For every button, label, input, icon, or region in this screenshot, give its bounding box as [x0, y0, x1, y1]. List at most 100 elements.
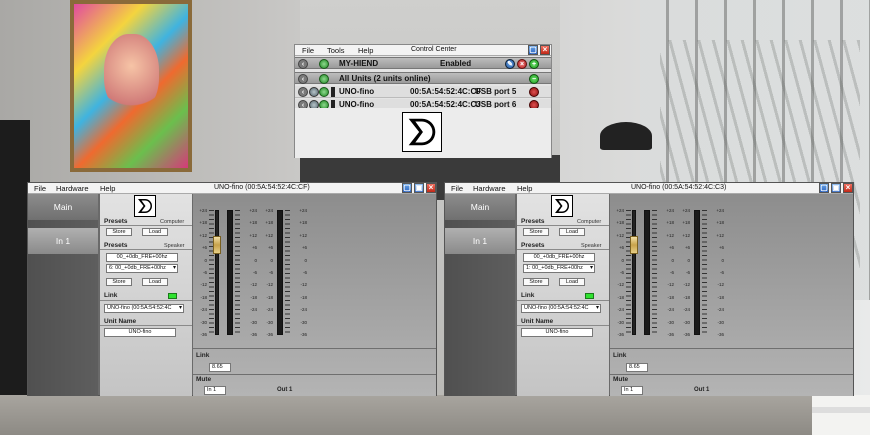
menu-help[interactable]: Help: [100, 184, 115, 193]
unit-name: UNO-fino: [339, 87, 375, 96]
scale-tick-label: -12: [617, 282, 624, 288]
scale-tick-label: +24: [716, 208, 724, 213]
power-icon[interactable]: [319, 74, 329, 84]
close-button[interactable]: ×: [843, 183, 853, 193]
scale-tick-label: +18: [682, 220, 690, 226]
menu-file[interactable]: File: [34, 184, 46, 193]
input-name-field[interactable]: In 1: [621, 386, 643, 395]
back-arrow-icon[interactable]: ‹: [298, 87, 308, 97]
pendant-lamp: [600, 122, 652, 150]
presets-label: Presets: [521, 218, 545, 225]
delete-icon[interactable]: ×: [517, 59, 527, 69]
scale-tick-label: +12: [299, 232, 307, 238]
fader-track[interactable]: [632, 210, 636, 335]
scale-tick-label: -12: [683, 282, 690, 288]
add-icon[interactable]: −: [529, 74, 539, 84]
menu-help[interactable]: Help: [517, 184, 532, 193]
scale-tick-label: -36: [200, 332, 207, 337]
input-fader[interactable]: [630, 236, 638, 254]
tab-in-1[interactable]: In 1: [28, 228, 98, 254]
scale-tick-label: +18: [666, 220, 674, 226]
scale-tick-label: -12: [667, 282, 674, 288]
restore-button[interactable]: ▣: [414, 183, 424, 193]
input-name-field[interactable]: In 1: [204, 386, 226, 395]
scale-ticks: [652, 210, 657, 334]
load-button[interactable]: Load: [142, 228, 168, 236]
maximize-button[interactable]: ▢: [819, 183, 829, 193]
group-row[interactable]: ‹ All Units (2 units online) −: [295, 72, 551, 84]
back-arrow-icon[interactable]: ‹: [298, 59, 308, 69]
speaker-preset-name-field[interactable]: 00_+0db_FRE+00hz: [106, 253, 178, 262]
scale-tick-label: -6: [669, 270, 674, 275]
store-button[interactable]: Store: [523, 278, 549, 286]
restore-button[interactable]: ▣: [831, 183, 841, 193]
tab-in-1[interactable]: In 1: [445, 228, 515, 254]
close-button[interactable]: ×: [426, 183, 436, 193]
link-select[interactable]: UNO-fino (00:5A:54:52:4C: [521, 304, 601, 313]
scale-tick-label: -6: [202, 270, 207, 275]
status-indicator-icon: [529, 87, 539, 97]
edit-icon[interactable]: ✎: [505, 59, 515, 69]
master-row[interactable]: ‹ MY-HIEND Enabled ✎ × +: [295, 57, 551, 69]
scale-tick-label: +6: [267, 245, 273, 251]
scale-tick-label: -6: [302, 270, 307, 275]
pop-art-painting: [70, 0, 192, 172]
menu-hardware[interactable]: Hardware: [473, 184, 506, 193]
fader-track[interactable]: [215, 210, 219, 335]
menu-hardware[interactable]: Hardware: [56, 184, 89, 193]
input-fader[interactable]: [213, 236, 221, 254]
unit-name-label: Unit Name: [104, 318, 137, 325]
scale-tick-label: -24: [683, 307, 690, 313]
menu-help[interactable]: Help: [358, 46, 373, 55]
store-button[interactable]: Store: [523, 228, 549, 236]
link-value-field[interactable]: 8.65: [209, 363, 231, 372]
power-icon[interactable]: [319, 87, 329, 97]
output-scale: +24 +18 +12 +6 0 -6 -12 -18 -24 -30 -36: [259, 208, 273, 337]
store-button[interactable]: Store: [106, 278, 132, 286]
presets-label: Presets: [521, 242, 545, 249]
speaker-preset-name-field[interactable]: 00_+0db_FRE+00hz: [523, 253, 595, 262]
gear-icon[interactable]: [309, 87, 319, 97]
link-led-indicator: [168, 293, 177, 299]
presets-panel: Presets Computer Store Load Presets Spea…: [100, 194, 192, 396]
maximize-button[interactable]: ▢: [402, 183, 412, 193]
speaker-preset-select[interactable]: 1: 00_+0db_FRE+00hz: [523, 264, 595, 273]
scale-tick-label: +18: [199, 220, 207, 226]
store-button[interactable]: Store: [106, 228, 132, 236]
scale-tick-label: +24: [265, 208, 273, 213]
level-bar-icon: [331, 87, 335, 97]
link-value-field[interactable]: 8.65: [626, 363, 648, 372]
close-button[interactable]: ×: [540, 45, 550, 55]
input-level-meter: [227, 210, 233, 335]
scale-tick-label: -18: [617, 294, 624, 300]
speaker-logo-icon: [551, 195, 573, 217]
scale-tick-label: -36: [266, 332, 273, 337]
back-arrow-icon[interactable]: ‹: [298, 74, 308, 84]
maximize-button[interactable]: ▢: [528, 45, 538, 55]
output-scale: +24 +18 +12 +6 0 -6 -12 -18 -24 -30 -36: [710, 208, 724, 337]
mute-label: Mute: [613, 376, 629, 383]
menu-file[interactable]: File: [451, 184, 463, 193]
unit-name-field[interactable]: UNO-fino: [521, 328, 593, 337]
menu-tools[interactable]: Tools: [327, 46, 345, 55]
scale-tick-label: -24: [617, 307, 624, 313]
unit-name-field[interactable]: UNO-fino: [104, 328, 176, 337]
scale-tick-label: -6: [685, 270, 690, 275]
tab-main[interactable]: Main: [445, 194, 515, 220]
link-select[interactable]: UNO-fino (00:5A:54:52:4C: [104, 304, 184, 313]
group-label: All Units (2 units online): [339, 74, 431, 83]
scale-tick-label: -6: [619, 270, 624, 275]
load-button[interactable]: Load: [559, 278, 585, 286]
add-icon[interactable]: +: [529, 59, 539, 69]
load-button[interactable]: Load: [142, 278, 168, 286]
power-icon[interactable]: [319, 59, 329, 69]
book-stack: [812, 395, 870, 435]
link-label: Link: [613, 352, 627, 359]
speaker-preset-select[interactable]: 6: 00_+0db_FRE+00hz: [106, 264, 178, 273]
unit-row[interactable]: ‹ UNO-fino 00:5A:54:52:4C:CF USB port 5: [295, 86, 551, 98]
scale-tick-label: -30: [250, 319, 257, 325]
menu-file[interactable]: File: [302, 46, 314, 55]
output-label: Out 1: [277, 387, 293, 393]
load-button[interactable]: Load: [559, 228, 585, 236]
tab-main[interactable]: Main: [28, 194, 98, 220]
